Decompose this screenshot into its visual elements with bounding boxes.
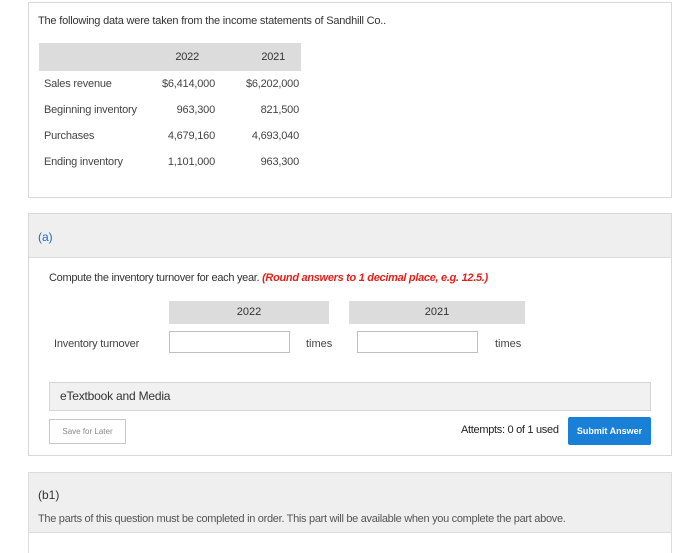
value-2022: $6,414,000 [161,78,215,90]
value-2021: $6,202,000 [245,78,299,90]
part-b1-card: (b1) The parts of this question must be … [28,472,672,553]
table-header-row: 2022 2021 [39,43,301,71]
column-header-2022: 2022 [175,51,199,63]
part-b1-body [29,532,671,553]
row-label: Ending inventory [44,156,123,168]
unit-label-2022: times [306,338,333,350]
part-a-card: (a) Compute the inventory turnover for e… [28,213,672,456]
attempts-counter: Attempts: 0 of 1 used [461,424,559,436]
value-2022: 4,679,160 [167,130,215,142]
row-label: Purchases [44,130,95,142]
value-2021: 963,300 [260,156,300,168]
answer-column-header-2021: 2021 [349,301,525,324]
value-2021: 821,500 [260,104,300,116]
answer-column-header-2022: 2022 [169,301,329,324]
income-data-table: 2022 2021 Sales revenue $6,414,000 $6,20… [39,43,301,175]
instruction-text: Compute the inventory turnover for each … [49,272,488,284]
table-row: Sales revenue $6,414,000 $6,202,000 [39,71,301,97]
value-2022: 1,101,000 [167,156,215,168]
part-a-label: (a) [38,230,53,244]
value-2022: 963,300 [176,104,216,116]
part-b1-locked-message: The parts of this question must be compl… [38,513,566,525]
inventory-turnover-2022-input[interactable] [169,331,290,353]
row-label: Beginning inventory [44,104,137,116]
inventory-turnover-label: Inventory turnover [54,338,140,350]
data-card: The following data were taken from the i… [28,2,672,198]
instruction-main: Compute the inventory turnover for each … [49,272,260,284]
part-a-header: (a) [29,214,671,258]
table-row: Beginning inventory 963,300 821,500 [39,97,301,123]
value-2021: 4,693,040 [251,130,299,142]
column-header-2021: 2021 [261,51,285,63]
rounding-note: (Round answers to 1 decimal place, e.g. … [262,272,488,284]
save-for-later-button[interactable]: Save for Later [49,419,126,444]
part-b1-label: (b1) [38,488,60,502]
table-row: Purchases 4,679,160 4,693,040 [39,123,301,149]
row-label: Sales revenue [44,78,112,90]
unit-label-2021: times [495,338,522,350]
submit-answer-button[interactable]: Submit Answer [568,417,651,445]
inventory-turnover-2021-input[interactable] [357,331,478,353]
header-label-cell [39,43,157,71]
intro-text: The following data were taken from the i… [38,15,386,27]
etextbook-media-link[interactable]: eTextbook and Media [49,382,651,411]
table-row: Ending inventory 1,101,000 963,300 [39,149,301,175]
